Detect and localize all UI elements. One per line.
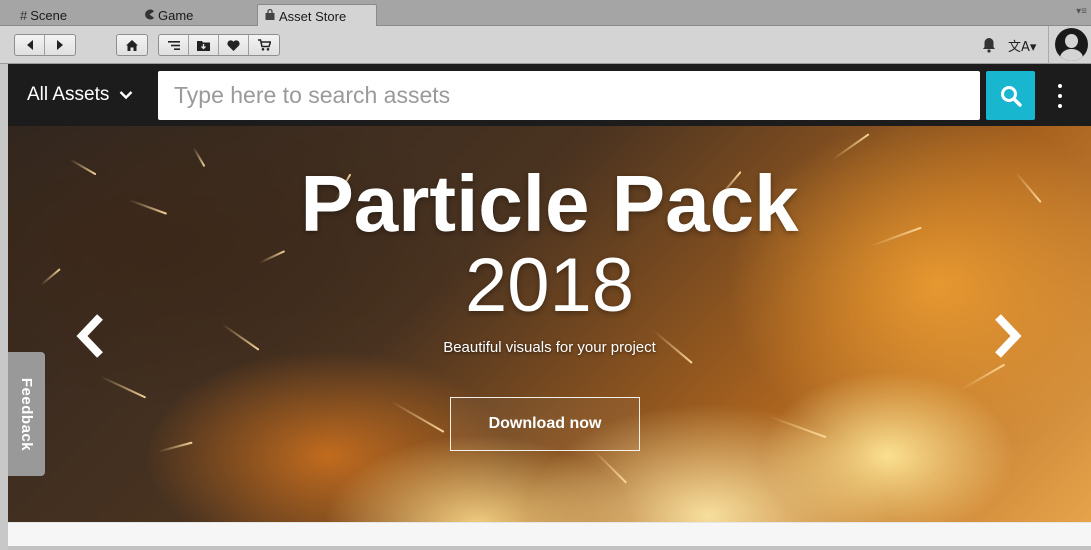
bell-icon[interactable] bbox=[982, 37, 996, 53]
downloads-button[interactable] bbox=[189, 35, 219, 55]
toolbar-divider bbox=[1048, 26, 1049, 64]
home-button-group bbox=[116, 34, 148, 56]
chevron-down-icon bbox=[120, 91, 133, 100]
download-folder-icon bbox=[197, 40, 210, 51]
tab-game-label: Game bbox=[158, 7, 194, 23]
avatar-icon[interactable] bbox=[1055, 28, 1088, 61]
tab-game[interactable]: Game bbox=[138, 4, 193, 26]
wishlist-button[interactable] bbox=[219, 35, 249, 55]
banner-year: 2018 bbox=[464, 243, 635, 328]
download-now-button[interactable]: Download now bbox=[450, 397, 640, 451]
search-bar: All Assets bbox=[8, 64, 1091, 126]
home-icon bbox=[126, 39, 138, 51]
tab-scene[interactable]: # Scene bbox=[14, 4, 67, 26]
tab-asset-store[interactable]: Asset Store bbox=[257, 4, 377, 27]
menu-lines-icon bbox=[167, 40, 180, 50]
carousel-next-icon[interactable] bbox=[988, 311, 1028, 361]
cart-button[interactable] bbox=[249, 35, 279, 55]
search-icon bbox=[1000, 85, 1022, 107]
banner-title: Particle Pack bbox=[300, 159, 799, 248]
feedback-label: Feedback bbox=[18, 377, 36, 451]
browser-toolbar: 文A▾ bbox=[0, 26, 1091, 64]
tab-asset-store-label: Asset Store bbox=[279, 8, 347, 24]
forward-button[interactable] bbox=[45, 35, 75, 55]
navigation-buttons bbox=[14, 34, 76, 56]
back-arrow-icon bbox=[26, 40, 33, 50]
forward-arrow-icon bbox=[57, 40, 63, 50]
pacman-icon bbox=[144, 8, 155, 23]
carousel-prev-icon[interactable] bbox=[70, 311, 110, 361]
search-button[interactable] bbox=[986, 71, 1035, 120]
category-dropdown[interactable]: All Assets bbox=[27, 84, 133, 106]
grid-icon: # bbox=[20, 7, 28, 23]
bag-icon bbox=[264, 8, 276, 24]
translate-icon[interactable]: 文A▾ bbox=[1008, 36, 1036, 55]
tab-scene-label: Scene bbox=[30, 7, 68, 23]
category-label: All Assets bbox=[27, 84, 110, 105]
cart-icon bbox=[257, 39, 271, 51]
editor-tab-bar: # Scene Game Asset Store ▾≡ bbox=[0, 0, 1091, 27]
window-left-border bbox=[0, 64, 8, 550]
feedback-tab[interactable]: Feedback bbox=[8, 352, 45, 476]
menu-button[interactable] bbox=[159, 35, 189, 55]
home-button[interactable] bbox=[117, 35, 147, 55]
featured-banner: Particle Pack 2018 Beautiful visuals for… bbox=[8, 126, 1091, 522]
search-input[interactable] bbox=[158, 71, 980, 120]
content-strip bbox=[8, 522, 1091, 546]
store-buttons bbox=[158, 34, 280, 56]
back-button[interactable] bbox=[15, 35, 45, 55]
tab-menu-icon[interactable]: ▾≡ bbox=[1076, 6, 1087, 17]
banner-subtitle: Beautiful visuals for your project bbox=[443, 339, 656, 356]
heart-icon bbox=[227, 39, 240, 51]
more-options-icon[interactable] bbox=[1055, 84, 1065, 108]
